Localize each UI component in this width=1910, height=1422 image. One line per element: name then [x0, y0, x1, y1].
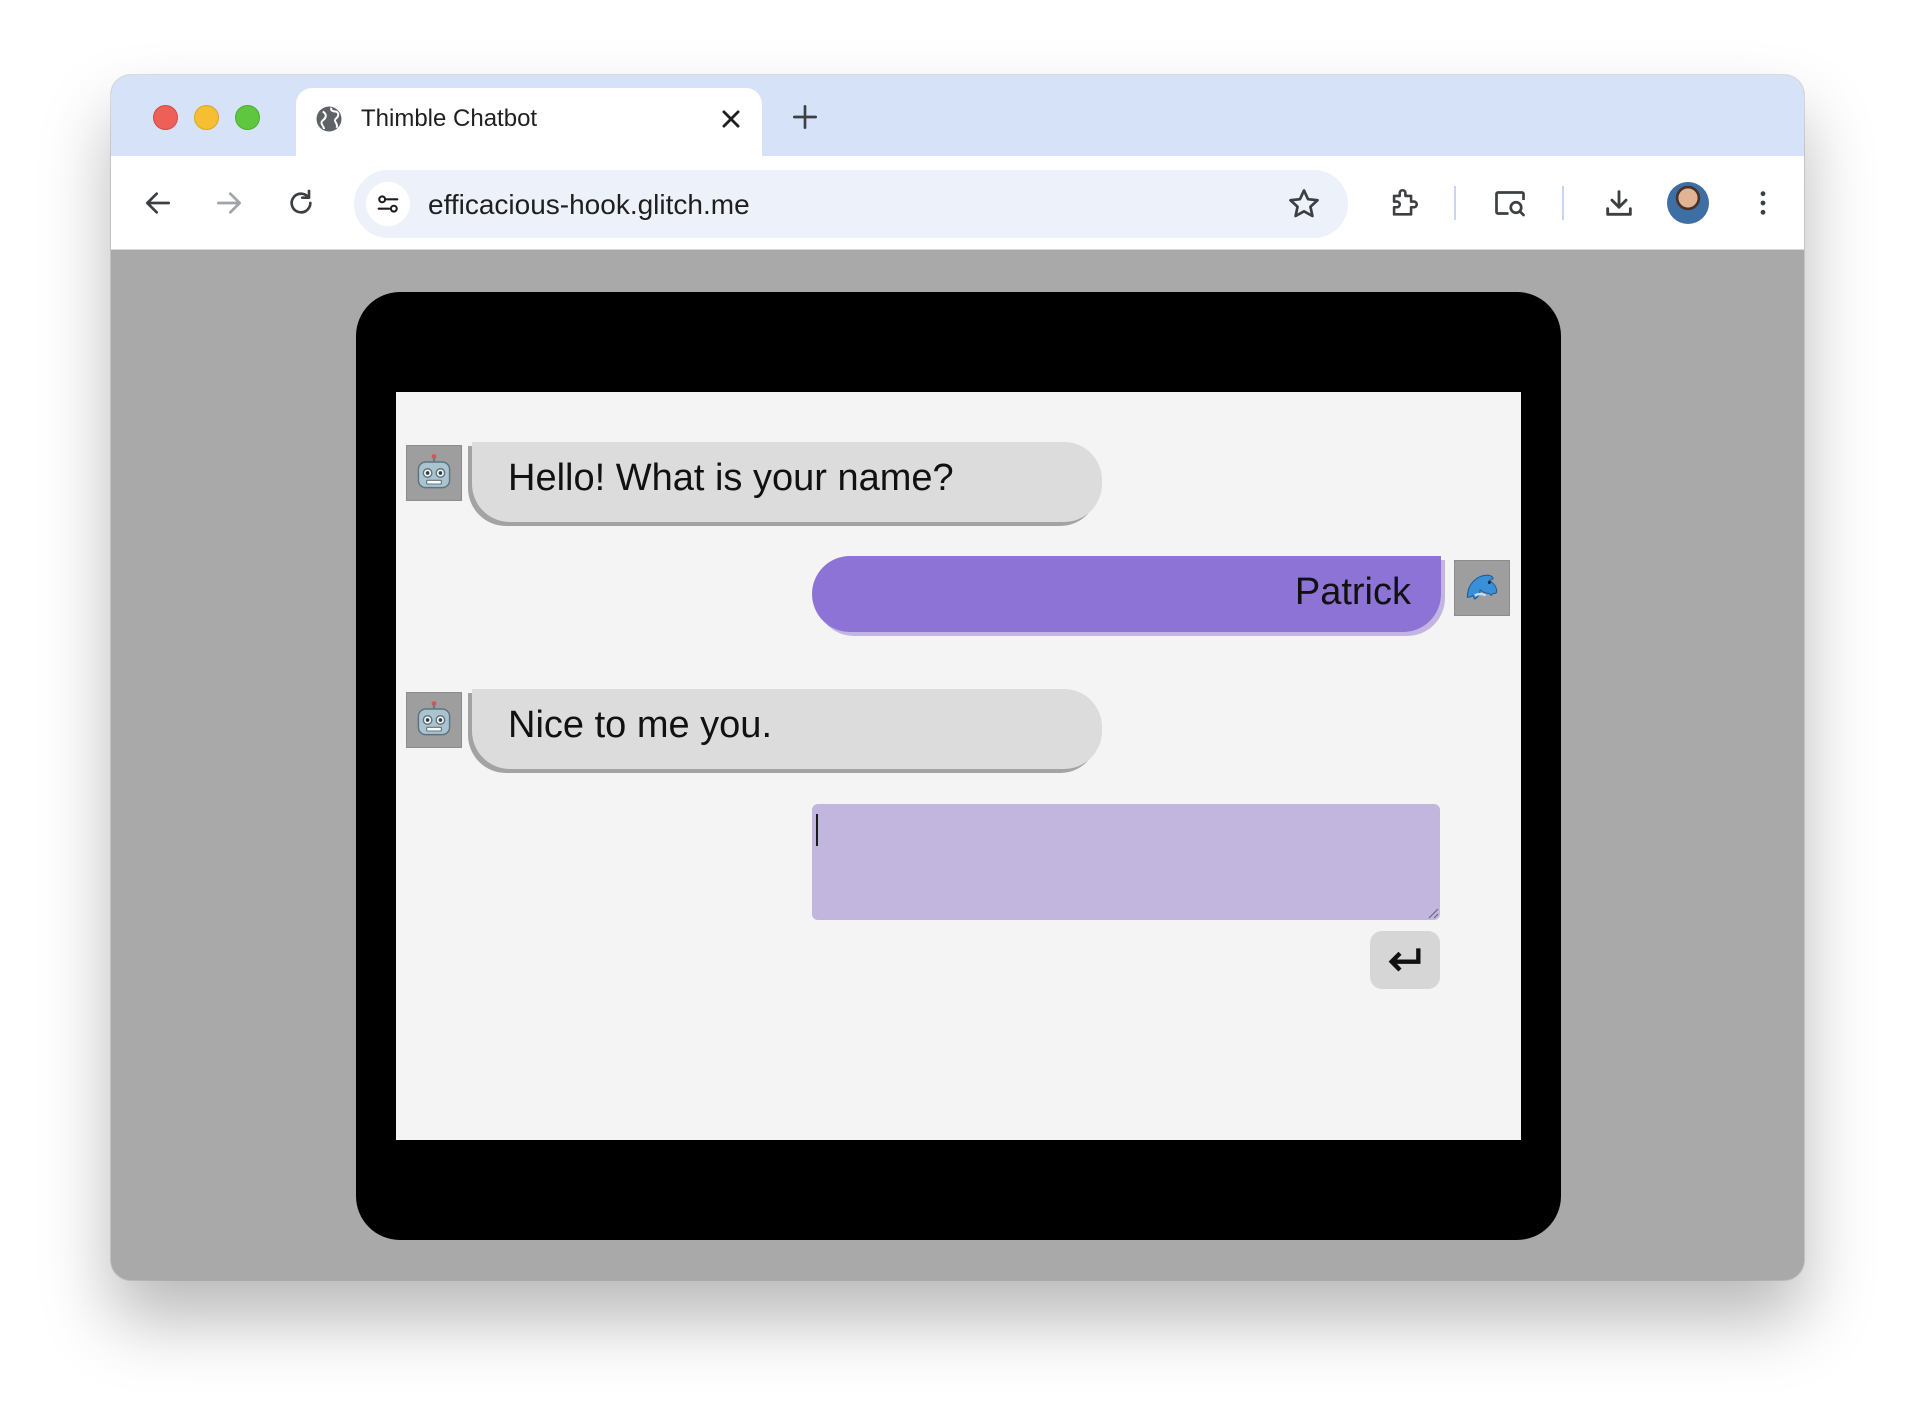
- browser-toolbar: efficacious-hook.glitch.me: [111, 156, 1804, 250]
- url-text[interactable]: efficacious-hook.glitch.me: [428, 189, 750, 221]
- maximize-window-button[interactable]: [235, 105, 260, 130]
- text-caret: [816, 814, 818, 846]
- site-info-icon[interactable]: [366, 182, 410, 226]
- globe-icon: [316, 106, 342, 132]
- user-message: Patrick: [812, 556, 1441, 632]
- back-icon[interactable]: [138, 183, 178, 223]
- profile-avatar[interactable]: [1667, 182, 1709, 224]
- bookmark-star-icon[interactable]: [1286, 186, 1322, 222]
- toolbar-separator: [1454, 186, 1456, 220]
- close-tab-icon[interactable]: [714, 102, 748, 136]
- forward-icon[interactable]: [209, 183, 249, 223]
- bot-message: Nice to me you.: [472, 689, 1102, 769]
- dolphin-icon: [1454, 560, 1510, 616]
- bot-message: Hello! What is your name?: [472, 442, 1102, 522]
- page-content: Hello! What is your name? Patrick Nice t…: [111, 250, 1804, 1280]
- screen-search-icon[interactable]: [1490, 183, 1530, 223]
- enter-return-icon: [1388, 948, 1421, 972]
- extensions-icon[interactable]: [1384, 183, 1424, 223]
- tab-strip: Thimble Chatbot: [111, 75, 1804, 160]
- resize-grip-icon[interactable]: [1425, 905, 1439, 919]
- address-bar[interactable]: efficacious-hook.glitch.me: [354, 170, 1348, 238]
- reload-icon[interactable]: [281, 183, 321, 223]
- tab-thimble-chatbot[interactable]: Thimble Chatbot: [296, 88, 762, 160]
- minimize-window-button[interactable]: [194, 105, 219, 130]
- send-button[interactable]: [1370, 931, 1440, 989]
- download-icon[interactable]: [1599, 183, 1639, 223]
- robot-icon: [406, 692, 462, 748]
- device-frame: Hello! What is your name? Patrick Nice t…: [356, 292, 1561, 1240]
- robot-icon: [406, 445, 462, 501]
- tab-title: Thimble Chatbot: [361, 105, 538, 132]
- browser-window: Thimble Chatbot efficacious-hook.glitch.…: [111, 75, 1804, 1280]
- reply-input[interactable]: [812, 804, 1440, 920]
- more-menu-icon[interactable]: [1743, 183, 1783, 223]
- chat-screen: Hello! What is your name? Patrick Nice t…: [396, 392, 1521, 1140]
- close-window-button[interactable]: [153, 105, 178, 130]
- toolbar-separator: [1562, 186, 1564, 220]
- new-tab-icon[interactable]: [789, 101, 821, 133]
